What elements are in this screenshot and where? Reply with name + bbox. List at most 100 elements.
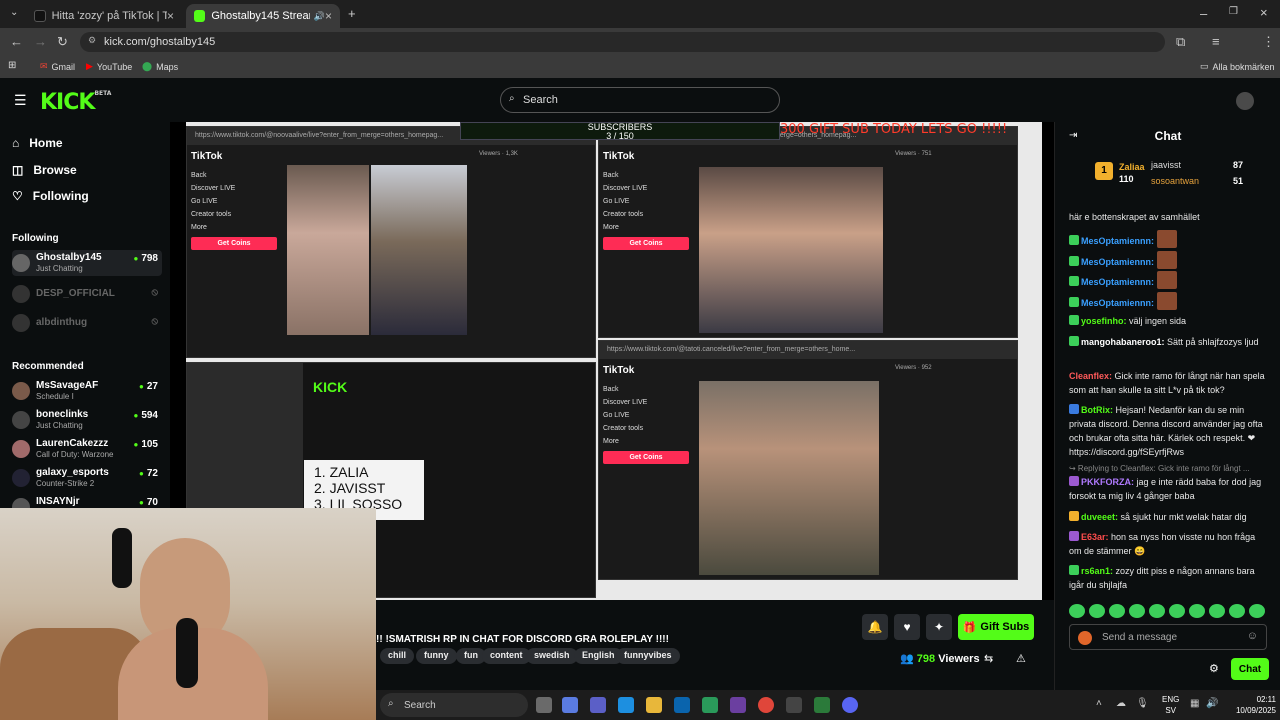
send-chat-button[interactable]: Chat [1231,658,1269,680]
chat-username[interactable]: MesOptamiennn: [1081,277,1154,287]
volume-icon[interactable]: 🔊 [1206,698,1218,709]
emote-icon[interactable] [1209,604,1225,618]
bookmark-youtube[interactable]: ▶ YouTube [86,61,132,72]
bot-badge-icon [1069,404,1079,414]
chat-username[interactable]: mangohabaneroo1: [1081,337,1165,347]
tag[interactable]: chill [380,648,415,664]
forward-icon[interactable]: → [34,34,47,49]
tag[interactable]: funnyvibes [616,648,680,664]
sparkle-button[interactable]: ✦ [926,614,952,640]
copilot-icon[interactable] [562,697,578,713]
recommended-channel[interactable]: galaxy_esports Counter-Strike 2 72 [12,465,162,491]
viewer-count: 👥 798 Viewers [900,652,980,665]
hamburger-menu-icon[interactable]: ☰ [14,92,27,109]
emote-icon[interactable] [1149,604,1165,618]
reload-icon[interactable]: ↻ [57,34,68,50]
outlook-icon[interactable] [674,697,690,713]
tag[interactable]: content [482,648,531,664]
follow-heart-button[interactable]: ♥ [894,614,920,640]
chat-message-input[interactable]: Send a message ☺ [1069,624,1267,650]
tag[interactable]: funny [416,648,457,664]
emote-icon[interactable] [1229,604,1245,618]
minimize-icon[interactable]: – [1200,6,1207,21]
share-icon[interactable]: ⇆ [984,652,993,665]
chat-username[interactable]: E63ar: [1081,532,1109,542]
edge-icon[interactable] [618,697,634,713]
chat-username[interactable]: MesOptamiennn: [1081,236,1154,246]
channel-category: Just Chatting [36,264,83,273]
recommended-channel[interactable]: boneclinks Just Chatting 594 [12,407,162,433]
speaker-icon[interactable]: 🔊 [314,11,325,22]
emote-icon[interactable] [1109,604,1125,618]
tab-search-icon[interactable]: ⌄ [10,7,18,18]
following-channel[interactable]: Ghostalby145 Just Chatting 798 [12,250,162,276]
file-explorer-icon[interactable] [646,697,662,713]
media-control-icon[interactable]: ≡ [1212,34,1220,49]
language-indicator[interactable]: ENG SV [1162,694,1179,716]
close-tab-icon[interactable]: × [325,9,332,23]
nav-browse[interactable]: ◫ Browse [12,163,77,177]
logo-text: KICK [40,90,95,115]
close-window-icon[interactable]: × [1260,5,1268,20]
chat-username[interactable]: MesOptamiennn: [1081,257,1154,267]
emote-icon[interactable] [1249,604,1265,618]
gift-subs-button[interactable]: 🎁 Gift Subs [958,614,1034,640]
xbox-icon[interactable] [702,697,718,713]
taskbar-search[interactable]: ⌕ Search [380,693,528,717]
task-view-icon[interactable] [536,697,552,713]
apps-grid-icon[interactable]: ⊞ [8,60,16,71]
teams-icon[interactable] [590,697,606,713]
emote-icon[interactable] [1189,604,1205,618]
onedrive-icon[interactable]: ☁ [1116,698,1126,709]
tiktok-logo: TikTok [191,151,223,162]
nav-home[interactable]: ⌂ Home [12,136,63,150]
search-input[interactable]: ⌕ Search [500,87,780,113]
new-tab-icon[interactable]: + [348,6,356,21]
following-channel[interactable]: albdinthug ⦸ [12,310,162,336]
kick-logo[interactable]: KICKBETA [40,90,111,115]
notification-bell-button[interactable]: 🔔 [862,614,888,640]
mic-icon[interactable]: 🎙 [1136,698,1149,709]
chat-settings-gear-icon[interactable]: ⚙ [1209,662,1219,675]
all-bookmarks[interactable]: ▭ Alla bokmärken [1200,61,1275,72]
browser-tab-tiktok[interactable]: Hitta 'zozy' på TikTok | TikTok-s × [26,4,182,28]
emote-icon[interactable] [1089,604,1105,618]
site-info-icon[interactable]: ⚙ [88,35,96,46]
recommended-channel[interactable]: LaurenCakezzz Call of Duty: Warzone 105 [12,436,162,462]
chat-username[interactable]: MesOptamiennn: [1081,298,1154,308]
chat-username[interactable]: duveeet: [1081,512,1118,522]
browser-tab-kick[interactable]: Ghostalby145 Stream - Wa 🔊 × [186,4,340,28]
bookmark-maps[interactable]: ⬤ Maps [142,61,178,72]
bookmark-gmail[interactable]: ✉ Gmail [40,61,75,72]
nav-following[interactable]: ♡ Following [12,189,89,203]
store-icon[interactable] [730,697,746,713]
emote-icon[interactable] [1069,604,1085,618]
close-tab-icon[interactable]: × [167,9,174,23]
steam-icon[interactable] [814,697,830,713]
browser-menu-icon[interactable]: ⋮ [1262,34,1275,50]
emoji-picker-icon[interactable]: ☺ [1247,630,1258,642]
following-channel[interactable]: DESP_OFFICIAL ⦸ [12,281,162,307]
chat-username[interactable]: BotRix: [1081,405,1113,415]
chat-username[interactable]: PKKFORZA: [1081,477,1134,487]
discord-icon[interactable] [842,697,858,713]
recommended-channel[interactable]: MsSavageAF Schedule I 27 [12,378,162,404]
tag[interactable]: swedish [526,648,578,664]
back-icon[interactable]: ← [10,34,23,49]
chat-username[interactable]: yosefinho: [1081,316,1127,326]
report-icon[interactable]: ⚠ [1016,652,1026,665]
chat-username[interactable]: Cleanflex: [1069,371,1112,381]
emote-icon[interactable] [1129,604,1145,618]
app-icon[interactable] [786,697,802,713]
chrome-icon[interactable] [758,697,774,713]
url-omnibox[interactable]: ⚙ kick.com/ghostalby145 [80,32,1165,52]
reply-preview[interactable]: ↪ Replying to Cleanflex: Gick inte ramo … [1069,462,1269,476]
extensions-icon[interactable]: ⧉ [1176,34,1185,50]
tray-chevron-icon[interactable]: ˄ [1096,698,1102,709]
emote-icon[interactable] [1169,604,1185,618]
maximize-icon[interactable]: ❐ [1229,6,1238,17]
taskbar-clock[interactable]: 02:11 10/09/2025 [1228,694,1276,716]
user-avatar[interactable] [1236,92,1254,110]
network-icon[interactable]: ▦ [1190,698,1199,709]
chat-username[interactable]: rs6an1: [1081,566,1113,576]
